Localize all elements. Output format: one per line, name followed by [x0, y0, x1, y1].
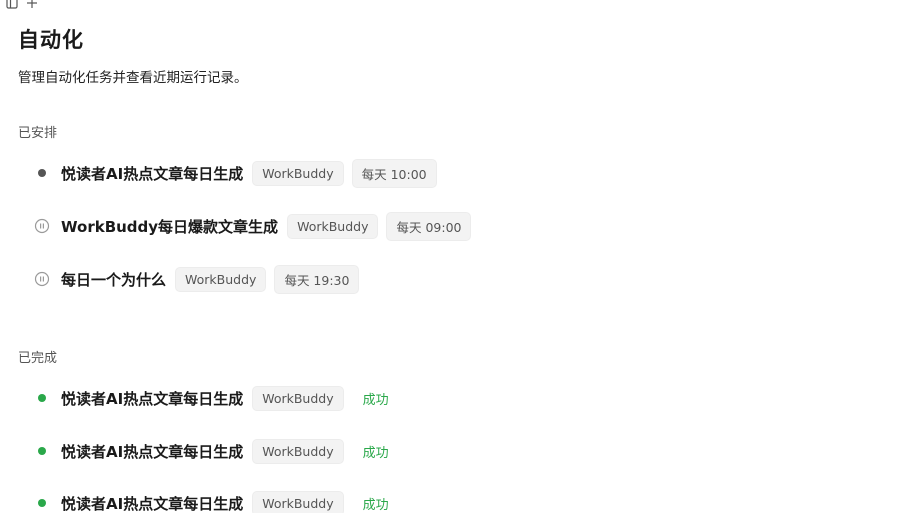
task-name: 悦读者AI热点文章每日生成	[61, 442, 244, 461]
run-result: 成功	[362, 497, 389, 513]
task-tag: WorkBuddy	[252, 490, 344, 513]
pause-circle-icon[interactable]	[32, 216, 52, 236]
task-name: 每日一个为什么	[61, 270, 167, 289]
task-name: 悦读者AI热点文章每日生成	[61, 164, 244, 183]
run-row[interactable]: 悦读者AI热点文章每日生成 WorkBuddy 成功	[32, 384, 389, 412]
task-name: 悦读者AI热点文章每日生成	[61, 389, 244, 408]
run-row[interactable]: 悦读者AI热点文章每日生成 WorkBuddy 成功	[32, 437, 389, 465]
add-icon[interactable]	[26, 0, 38, 8]
task-row[interactable]: 每日一个为什么 WorkBuddy 每天 19:30	[32, 264, 367, 294]
run-row[interactable]: 悦读者AI热点文章每日生成 WorkBuddy 成功	[32, 489, 389, 513]
task-name: WorkBuddy每日爆款文章生成	[61, 217, 279, 236]
schedule-badge: 每天 19:30	[274, 264, 360, 294]
task-tag: WorkBuddy	[175, 266, 267, 292]
green-dot-icon	[32, 388, 52, 408]
green-dot-icon	[32, 493, 52, 513]
section-label-completed: 已完成	[18, 351, 58, 366]
schedule-badge: 每天 10:00	[351, 158, 437, 188]
section-label-scheduled: 已安排	[18, 126, 58, 141]
dot-icon	[32, 163, 52, 183]
panel-icon[interactable]	[6, 0, 18, 9]
task-row[interactable]: 悦读者AI热点文章每日生成 WorkBuddy 每天 10:00	[32, 158, 445, 188]
task-tag: WorkBuddy	[252, 160, 344, 186]
run-result: 成功	[362, 392, 389, 408]
page-title: 自动化	[18, 28, 84, 52]
task-tag: WorkBuddy	[287, 213, 379, 239]
page-subtitle: 管理自动化任务并查看近期运行记录。	[18, 70, 248, 86]
task-tag: WorkBuddy	[252, 385, 344, 411]
pause-circle-icon[interactable]	[32, 269, 52, 289]
green-dot-icon	[32, 441, 52, 461]
top-toolbar	[6, 0, 38, 9]
task-tag: WorkBuddy	[252, 438, 344, 464]
run-result: 成功	[362, 445, 389, 461]
task-name: 悦读者AI热点文章每日生成	[61, 494, 244, 513]
task-row[interactable]: WorkBuddy每日爆款文章生成 WorkBuddy 每天 09:00	[32, 211, 479, 241]
schedule-badge: 每天 09:00	[386, 211, 472, 241]
automation-page: 自动化 管理自动化任务并查看近期运行记录。 已安排 悦读者AI热点文章每日生成 …	[0, 0, 920, 513]
